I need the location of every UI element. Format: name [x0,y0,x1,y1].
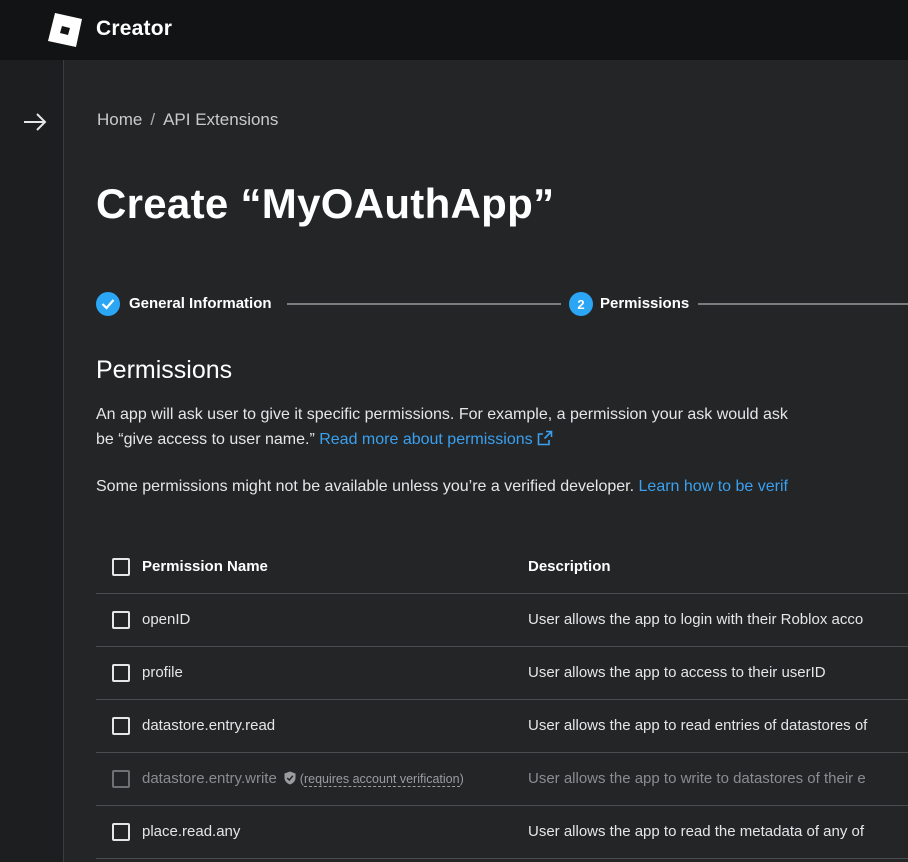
verified-note-text: Some permissions might not be available … [96,478,635,495]
permission-name: profile [142,664,183,681]
table-row[interactable]: openID User allows the app to login with… [96,594,908,647]
verified-developer-note: Some permissions might not be available … [96,474,788,499]
read-more-permissions-link[interactable]: Read more about permissions [319,430,552,448]
step-general-information: General Information [129,295,272,312]
top-bar: Creator [0,0,908,60]
table-row-disabled: datastore.entry.write (requires account v… [96,753,908,806]
requires-verification-note[interactable]: (requires account verification) [300,772,464,787]
permissions-intro-text: be “give access to user name.” [96,431,315,448]
read-more-link-label[interactable]: Read more about permissions [319,431,532,448]
verified-shield-icon [284,771,296,785]
step-complete-check-icon [96,292,120,316]
external-link-icon [537,430,552,446]
sidebar [0,60,64,862]
permission-checkbox[interactable] [112,717,130,735]
permissions-intro-line-2: be “give access to user name.” Read more… [96,427,553,452]
permission-name: openID [142,611,191,628]
stepper: General Information 2 Permissions [96,291,908,317]
permission-description: User allows the app to read the metadata… [528,823,865,840]
permissions-table: Permission Name Description openID User … [96,540,908,859]
step-connector-line [698,303,908,305]
permission-checkbox[interactable] [112,611,130,629]
permission-checkbox[interactable] [112,823,130,841]
table-header-row: Permission Name Description [96,540,908,594]
permission-description: User allows the app to write to datastor… [528,770,866,787]
learn-verification-link[interactable]: Learn how to be verif [639,478,788,495]
column-header-permission-name[interactable]: Permission Name [142,558,268,575]
step-connector-line [287,303,561,305]
permission-description: User allows the app to read entries of d… [528,717,868,734]
breadcrumb-api-extensions[interactable]: API Extensions [163,110,278,129]
permission-checkbox[interactable] [112,664,130,682]
breadcrumb: Home / API Extensions [97,110,278,130]
section-heading-permissions: Permissions [96,356,233,384]
roblox-logo-icon[interactable] [48,13,82,47]
expand-sidebar-arrow-icon[interactable] [22,111,48,133]
table-row[interactable]: place.read.any User allows the app to re… [96,806,908,859]
permission-name: datastore.entry.read [142,717,276,734]
step-number-badge: 2 [569,292,593,316]
requires-verification-text[interactable]: requires account verification [303,772,460,787]
breadcrumb-separator: / [150,110,156,129]
step-permissions: Permissions [600,295,690,312]
brand-name[interactable]: Creator [96,17,172,41]
permissions-intro-line-1: An app will ask user to give it specific… [96,406,788,423]
page-title: Create “MyOAuthApp” [96,180,555,227]
breadcrumb-home[interactable]: Home [97,110,142,129]
permission-name: datastore.entry.write (requires account v… [142,770,464,787]
column-header-description[interactable]: Description [528,558,611,575]
table-row[interactable]: datastore.entry.read User allows the app… [96,700,908,753]
permission-description: User allows the app to access to their u… [528,664,826,681]
permission-name: place.read.any [142,823,241,840]
table-row[interactable]: profile User allows the app to access to… [96,647,908,700]
permission-description: User allows the app to login with their … [528,611,864,628]
select-all-checkbox[interactable] [112,558,130,576]
permission-checkbox-disabled [112,770,130,788]
permission-name-text: datastore.entry.write [142,770,277,787]
